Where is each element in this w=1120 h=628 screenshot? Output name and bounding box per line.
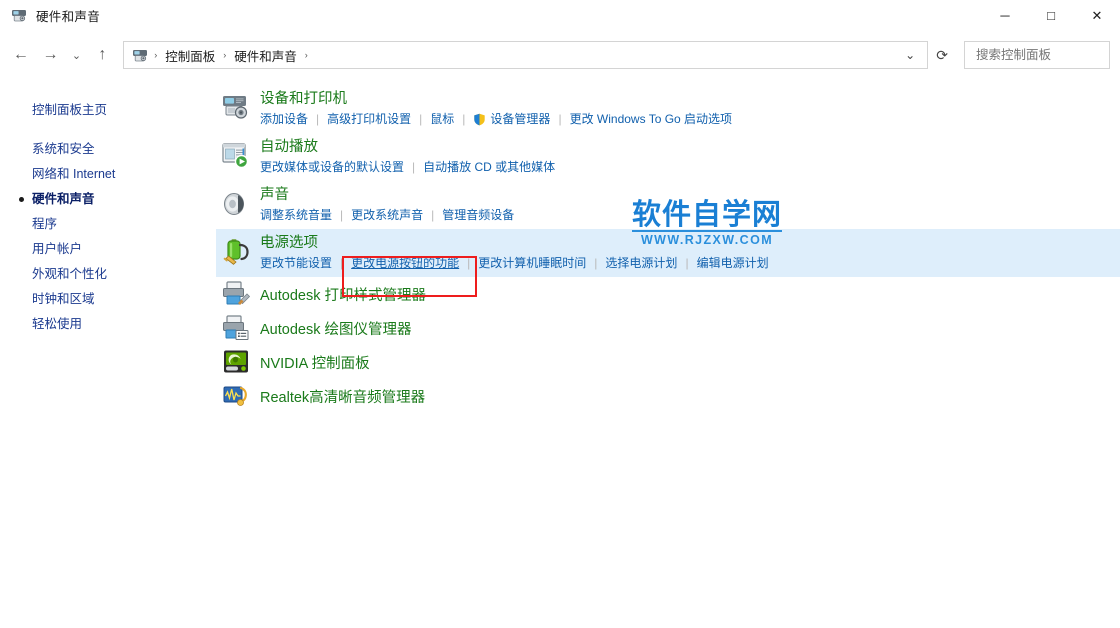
watermark-url: WWW.RJZXW.COM	[632, 230, 783, 248]
sidebar-item-ease-of-access[interactable]: 轻松使用	[0, 312, 216, 337]
minimize-button[interactable]: ─	[982, 0, 1028, 32]
link-separator: |	[340, 208, 344, 222]
sidebar-item-network-internet[interactable]: 网络和 Internet	[0, 162, 216, 187]
app-title-autodesk-plot-style[interactable]: Autodesk 打印样式管理器	[256, 284, 426, 305]
category-title-sound[interactable]: 声音	[260, 185, 289, 205]
window-controls: ─ □ ✕	[982, 0, 1120, 32]
printer-brush-icon	[216, 280, 256, 308]
main-panel: 设备和打印机 添加设备 | 高级打印机设置 | 鼠标 | 设备管理器 | 更改 …	[216, 78, 1120, 628]
link-mouse[interactable]: 鼠标	[430, 110, 454, 129]
link-separator: |	[340, 256, 344, 270]
link-choose-power-plan[interactable]: 选择电源计划	[605, 254, 677, 273]
window-title: 硬件和声音	[36, 10, 101, 24]
category-links-power-options: 更改节能设置 | 更改电源按钮的功能 | 更改计算机睡眠时间 | 选择电源计划 …	[260, 254, 769, 273]
sidebar-item-hardware-sound[interactable]: 硬件和声音	[0, 187, 216, 212]
category-links-sound: 调整系统音量 | 更改系统声音 | 管理音频设备	[260, 206, 514, 225]
app-row-realtek[interactable]: Realtek高清晰音频管理器	[216, 379, 1120, 413]
link-adjust-volume[interactable]: 调整系统音量	[260, 206, 332, 225]
title-bar: 硬件和声音 ─ □ ✕	[0, 0, 1120, 32]
breadcrumb-separator-1: ›	[223, 50, 227, 60]
app-title-realtek[interactable]: Realtek高清晰音频管理器	[256, 386, 425, 407]
breadcrumb-separator-2: ›	[304, 50, 308, 60]
link-autoplay-cd[interactable]: 自动播放 CD 或其他媒体	[423, 158, 555, 177]
category-devices-printers: 设备和打印机 添加设备 | 高级打印机设置 | 鼠标 | 设备管理器 | 更改 …	[216, 85, 1120, 133]
link-advanced-printer-setup[interactable]: 高级打印机设置	[327, 110, 411, 129]
printer-camera-icon	[216, 89, 256, 123]
sidebar-item-user-accounts[interactable]: 用户帐户	[0, 237, 216, 262]
app-title-nvidia[interactable]: NVIDIA 控制面板	[256, 352, 370, 373]
printer-list-icon	[216, 314, 256, 342]
link-separator: |	[685, 256, 689, 270]
app-row-autodesk-plot-style[interactable]: Autodesk 打印样式管理器	[216, 277, 1120, 311]
breadcrumb-separator-0: ›	[154, 50, 158, 60]
realtek-audio-icon	[216, 383, 256, 409]
watermark: 软件自学网 WWW.RJZXW.COM	[632, 197, 783, 248]
navigation-bar: ← → ⌄ ↑ › 控制面板 › 硬件和声音 › ⌄ ⟳	[0, 32, 1120, 78]
category-body: 声音 调整系统音量 | 更改系统声音 | 管理音频设备	[256, 185, 514, 225]
link-separator: |	[316, 112, 320, 126]
breadcrumb-item-control-panel[interactable]: 控制面板	[159, 44, 221, 67]
link-manage-audio-devices[interactable]: 管理音频设备	[442, 206, 514, 225]
maximize-button[interactable]: □	[1028, 0, 1074, 32]
category-links-autoplay: 更改媒体或设备的默认设置 | 自动播放 CD 或其他媒体	[260, 158, 555, 177]
breadcrumb-item-hardware-sound[interactable]: 硬件和声音	[228, 44, 303, 67]
content-area: 控制面板主页 系统和安全 网络和 Internet 硬件和声音 程序 用户帐户 …	[0, 78, 1120, 628]
app-row-autodesk-plotter[interactable]: Autodesk 绘图仪管理器	[216, 311, 1120, 345]
app-title-autodesk-plotter[interactable]: Autodesk 绘图仪管理器	[256, 318, 412, 339]
speaker-icon	[216, 185, 256, 219]
link-separator: |	[419, 112, 423, 126]
link-separator: |	[594, 256, 598, 270]
search-input[interactable]	[974, 47, 1120, 63]
category-title-devices-printers[interactable]: 设备和打印机	[260, 89, 347, 109]
link-change-power-saving[interactable]: 更改节能设置	[260, 254, 332, 273]
category-links-devices-printers: 添加设备 | 高级打印机设置 | 鼠标 | 设备管理器 | 更改 Windows…	[260, 110, 732, 129]
sidebar-item-clock-region[interactable]: 时钟和区域	[0, 287, 216, 312]
link-device-manager[interactable]: 设备管理器	[490, 110, 550, 129]
category-body: 设备和打印机 添加设备 | 高级打印机设置 | 鼠标 | 设备管理器 | 更改 …	[256, 89, 732, 129]
forward-button[interactable]: →	[36, 39, 66, 71]
link-add-device[interactable]: 添加设备	[260, 110, 308, 129]
link-change-sleep-time[interactable]: 更改计算机睡眠时间	[478, 254, 586, 273]
link-separator: |	[412, 160, 416, 174]
autoplay-icon	[216, 137, 256, 171]
back-button[interactable]: ←	[6, 39, 36, 71]
refresh-button[interactable]: ⟳	[928, 41, 956, 69]
sidebar-item-home[interactable]: 控制面板主页	[0, 98, 216, 123]
category-body: 自动播放 更改媒体或设备的默认设置 | 自动播放 CD 或其他媒体	[256, 137, 555, 177]
address-bar[interactable]: › 控制面板 › 硬件和声音 › ⌄	[123, 41, 929, 69]
sidebar-item-system-security[interactable]: 系统和安全	[0, 137, 216, 162]
recent-locations-button[interactable]: ⌄	[65, 39, 87, 71]
link-separator: |	[558, 112, 562, 126]
up-button[interactable]: ↑	[88, 39, 118, 71]
category-title-autoplay[interactable]: 自动播放	[260, 137, 318, 157]
sidebar-item-programs[interactable]: 程序	[0, 212, 216, 237]
link-change-system-sounds[interactable]: 更改系统声音	[351, 206, 423, 225]
sidebar: 控制面板主页 系统和安全 网络和 Internet 硬件和声音 程序 用户帐户 …	[0, 78, 216, 628]
link-separator: |	[462, 112, 466, 126]
app-row-nvidia[interactable]: NVIDIA 控制面板	[216, 345, 1120, 379]
link-separator: |	[431, 208, 435, 222]
link-separator: |	[467, 256, 471, 270]
uac-shield-icon	[473, 113, 486, 126]
category-autoplay: 自动播放 更改媒体或设备的默认设置 | 自动播放 CD 或其他媒体	[216, 133, 1120, 181]
category-title-power-options[interactable]: 电源选项	[260, 233, 318, 253]
link-change-default-media[interactable]: 更改媒体或设备的默认设置	[260, 158, 404, 177]
window-icon	[10, 7, 28, 25]
breadcrumb-icon	[132, 47, 152, 63]
nvidia-icon	[216, 349, 256, 375]
close-button[interactable]: ✕	[1074, 0, 1120, 32]
link-change-power-button-function[interactable]: 更改电源按钮的功能	[351, 254, 459, 273]
chevron-down-icon[interactable]: ⌄	[897, 43, 923, 67]
watermark-name: 软件自学网	[632, 197, 783, 231]
link-windows-to-go[interactable]: 更改 Windows To Go 启动选项	[570, 110, 732, 129]
link-edit-power-plan[interactable]: 编辑电源计划	[697, 254, 769, 273]
sidebar-item-appearance[interactable]: 外观和个性化	[0, 262, 216, 287]
battery-power-icon	[216, 233, 256, 267]
search-box[interactable]	[964, 41, 1120, 69]
